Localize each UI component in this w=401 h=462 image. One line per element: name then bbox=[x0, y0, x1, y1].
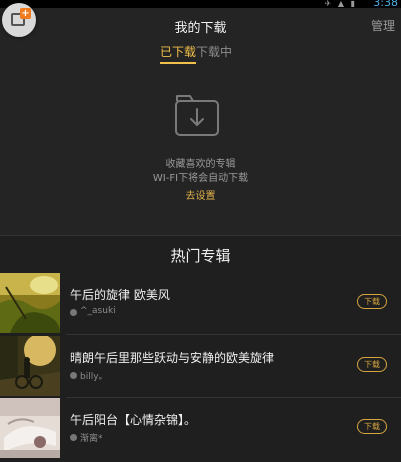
album-cover bbox=[0, 336, 60, 396]
album-author: 渐离* bbox=[80, 434, 103, 444]
user-icon bbox=[70, 309, 77, 316]
user-icon bbox=[70, 434, 77, 441]
section-title: 热门专辑 bbox=[170, 247, 231, 265]
tab-downloaded[interactable]: 已下载 bbox=[160, 44, 197, 64]
empty-submessage: WI-FI下将会自动下载 bbox=[152, 173, 249, 184]
download-button[interactable]: 下载 bbox=[357, 357, 387, 372]
album-cover bbox=[0, 398, 60, 458]
album-name: 午后阳台【心情杂锦】。 bbox=[70, 413, 197, 427]
download-button[interactable]: 下载 bbox=[357, 294, 387, 309]
album-name: 晴朗午后里那些跃动与安静的欧美旋律 bbox=[70, 351, 275, 365]
plus-icon: + bbox=[20, 8, 31, 19]
header: 我的下载 管理 bbox=[0, 8, 401, 40]
album-cover bbox=[0, 273, 60, 333]
download-button[interactable]: 下载 bbox=[357, 419, 387, 434]
status-icons: ✈ ▲ ▮ bbox=[324, 0, 357, 8]
manage-button[interactable]: 管理 bbox=[371, 17, 395, 34]
floating-add-button[interactable]: + bbox=[2, 3, 36, 37]
page-title: 我的下载 bbox=[174, 21, 227, 36]
user-icon bbox=[70, 372, 77, 379]
album-author: billy。 bbox=[80, 372, 108, 382]
empty-folder-download-icon bbox=[175, 95, 219, 136]
tab-downloading[interactable]: 下载中 bbox=[196, 44, 232, 64]
empty-message: 收藏喜欢的专辑 bbox=[165, 159, 236, 170]
download-tabs: 已下载 下载中 bbox=[160, 44, 232, 64]
divider bbox=[66, 334, 401, 335]
album-author: ^_asuki bbox=[80, 306, 116, 316]
album-item[interactable]: 午后的旋律 欧美风 ^_asuki 下载 bbox=[0, 273, 401, 335]
go-settings-link[interactable]: 去设置 bbox=[0, 187, 401, 202]
album-item[interactable]: 午后阳台【心情杂锦】。 渐离* 下载 bbox=[0, 398, 401, 460]
album-item[interactable]: 晴朗午后里那些跃动与安静的欧美旋律 billy。 下载 bbox=[0, 336, 401, 398]
status-bar: ✈ ▲ ▮ 3:38 bbox=[0, 0, 401, 9]
album-name: 午后的旋律 欧美风 bbox=[70, 288, 170, 302]
